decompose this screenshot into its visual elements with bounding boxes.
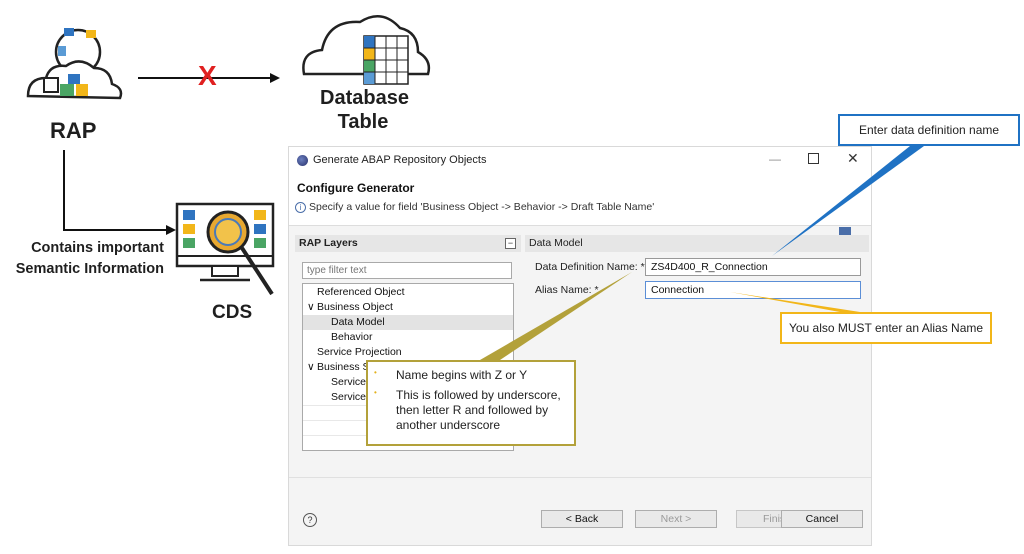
tree-item[interactable]: Referenced Object xyxy=(303,285,513,300)
tree-item-label: Service xyxy=(331,391,367,403)
help-icon[interactable]: ? xyxy=(303,513,317,527)
tree-item-label: Referenced Object xyxy=(317,286,405,298)
tree-item[interactable]: Data Model xyxy=(303,315,513,330)
data-definition-input[interactable]: ZS4D400_R_Connection xyxy=(645,258,861,276)
bullet-icon: • xyxy=(374,368,377,377)
eclipse-icon xyxy=(297,155,308,166)
close-icon[interactable]: ✕ xyxy=(847,150,859,167)
tree-item[interactable]: ∨ Business Object xyxy=(303,300,513,315)
contains-line2: Semantic Information xyxy=(15,261,164,277)
maximize-icon[interactable] xyxy=(808,153,819,164)
database-label-line2: Table xyxy=(337,111,389,133)
tree-expander[interactable]: ∨ xyxy=(307,360,315,375)
dialog-heading: Configure Generator xyxy=(297,181,415,195)
data-definition-callout: Enter data definition name xyxy=(838,114,1020,146)
tree-item-label: Service Projection xyxy=(317,346,402,358)
alias-name-input[interactable]: Connection xyxy=(645,281,861,299)
naming-rules-callout: • Name begins with Z or Y • This is foll… xyxy=(366,360,576,446)
bullet-icon: • xyxy=(374,388,377,397)
minimize-icon[interactable]: — xyxy=(769,152,781,166)
next-button[interactable]: Next > xyxy=(635,510,717,528)
tree-item-label: Behavior xyxy=(331,331,373,343)
rap-icon xyxy=(26,28,123,100)
contains-line1: Contains important xyxy=(31,240,164,256)
dialog-header: Configure Generator i Specify a value fo… xyxy=(289,175,871,235)
rap-layers-header: RAP Layers − xyxy=(295,235,521,252)
back-button[interactable]: < Back xyxy=(541,510,623,528)
database-label-line1: Database xyxy=(320,87,409,109)
database-table-label: Database Table xyxy=(320,86,409,134)
database-cloud-icon xyxy=(302,15,431,85)
cds-label: CDS xyxy=(212,302,253,323)
alias-name-label: Alias Name: * xyxy=(535,284,599,296)
data-model-header: Data Model xyxy=(525,235,869,252)
tree-item-label: Data Model xyxy=(331,316,385,328)
info-message: Specify a value for field 'Business Obje… xyxy=(309,201,655,213)
cancel-button[interactable]: Cancel xyxy=(781,510,863,528)
tree-expander[interactable]: ∨ xyxy=(307,300,315,315)
collapse-all-icon[interactable]: − xyxy=(505,238,516,249)
footer-divider xyxy=(289,477,871,478)
cds-monitor-icon xyxy=(175,202,275,296)
tree-item[interactable]: Service Projection xyxy=(303,345,513,360)
rap-layers-title: RAP Layers xyxy=(299,237,358,249)
rap-to-cds-arrow xyxy=(63,150,168,231)
blocked-mark: X xyxy=(198,60,217,91)
tree-item-label: Service xyxy=(331,376,367,388)
contains-semantic-label: Contains important Semantic Information xyxy=(6,238,164,280)
filter-input[interactable] xyxy=(302,262,512,279)
data-definition-label: Data Definition Name: * xyxy=(535,261,645,273)
alias-callout: You also MUST enter an Alias Name xyxy=(780,312,992,344)
info-icon: i xyxy=(295,202,306,213)
dialog-titlebar: Generate ABAP Repository Objects — ✕ xyxy=(289,147,871,175)
dialog-title: Generate ABAP Repository Objects xyxy=(313,154,487,166)
generate-dialog: Generate ABAP Repository Objects — ✕ Con… xyxy=(288,146,872,546)
wizard-banner-icon xyxy=(839,227,851,235)
tree-item-label: Business Object xyxy=(317,301,393,313)
tree-item[interactable]: Behavior xyxy=(303,330,513,345)
tree-item-label: Business S xyxy=(317,361,370,373)
rap-label: RAP xyxy=(50,118,97,143)
data-model-title: Data Model xyxy=(529,237,583,249)
